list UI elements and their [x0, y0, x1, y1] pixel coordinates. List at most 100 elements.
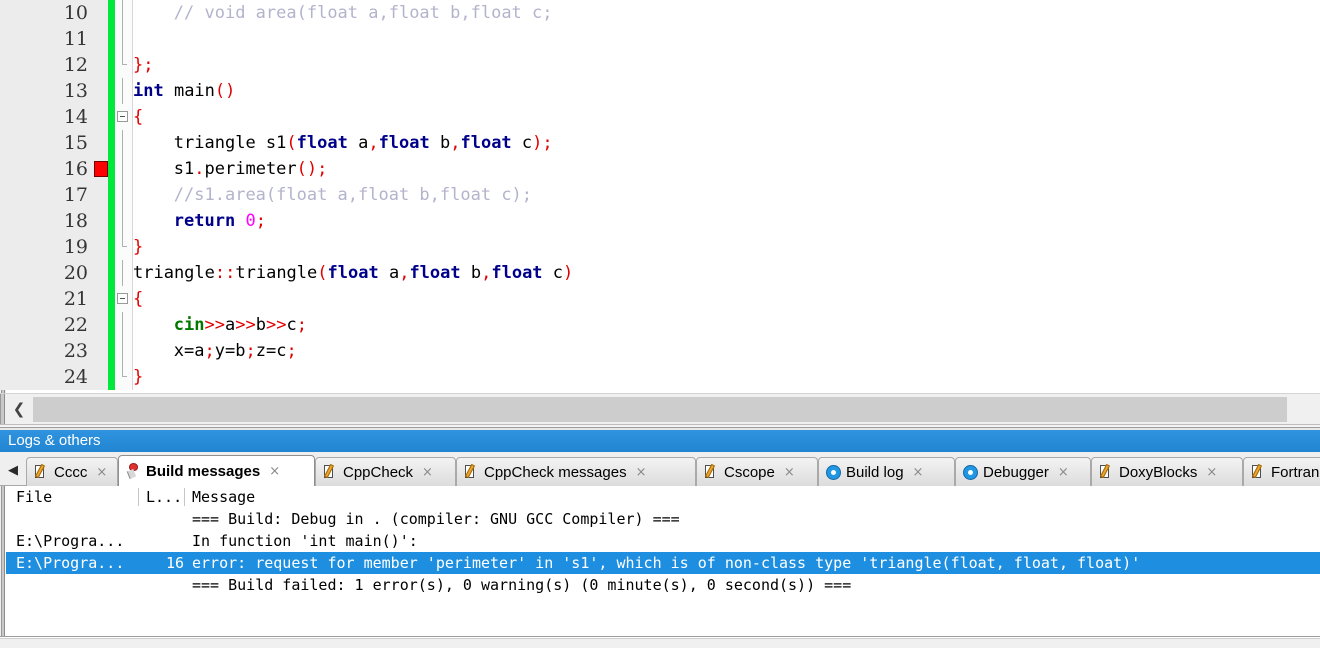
error-marker-icon[interactable]: [92, 156, 108, 182]
fold-line: [122, 312, 123, 338]
horizontal-scrollbar-thumb[interactable]: [33, 397, 1287, 422]
column-header[interactable]: Message: [192, 487, 255, 508]
code-line[interactable]: 12};: [0, 52, 1320, 78]
tab-close-icon[interactable]: ×: [636, 465, 647, 480]
tab-close-icon[interactable]: ×: [913, 465, 924, 480]
code-line[interactable]: 17 //s1.area(float a,float b,float c);: [0, 182, 1320, 208]
marker-gutter-cell[interactable]: [92, 260, 108, 286]
fold-line: [122, 156, 123, 182]
tab-doxyblocks[interactable]: DoxyBlocks ×: [1091, 457, 1243, 486]
code-editor-pane[interactable]: 10// void area(float a,float b,float c; 1…: [0, 0, 1320, 393]
fold-margin-cell[interactable]: [115, 208, 133, 234]
fold-margin-cell[interactable]: [115, 260, 133, 286]
fold-margin-cell[interactable]: [115, 286, 133, 312]
fold-margin-cell[interactable]: [115, 52, 133, 78]
tab-close-icon[interactable]: ×: [269, 464, 280, 479]
change-bar: [108, 156, 115, 182]
code-token: float: [460, 133, 512, 153]
code-token: ,: [481, 263, 492, 283]
tab-close-icon[interactable]: ×: [784, 465, 795, 480]
fold-margin-cell[interactable]: [115, 234, 133, 260]
code-token: }: [133, 367, 144, 387]
logs-panel-title: Logs & others: [8, 432, 101, 449]
marker-gutter-cell[interactable]: [92, 104, 108, 130]
code-line[interactable]: 10 // void area(float a,float b,float c;: [0, 0, 1320, 26]
marker-gutter-cell[interactable]: [92, 78, 108, 104]
code-line[interactable]: 24}: [0, 364, 1320, 390]
tab-build-log[interactable]: Build log ×: [818, 457, 955, 486]
fold-margin-cell[interactable]: [115, 0, 133, 26]
tab-fortran-info[interactable]: Fortran info×: [1243, 457, 1320, 486]
code-line[interactable]: 21 {: [0, 286, 1320, 312]
code-line[interactable]: 23 x=a;y=b;z=c;: [0, 338, 1320, 364]
fold-margin-cell[interactable]: [115, 26, 133, 52]
logs-tab-bar[interactable]: ◀ Cccc × Build messages × CppCheck × CppCheck …: [0, 452, 1320, 486]
tab-close-icon[interactable]: ×: [1058, 465, 1069, 480]
code-token: ;: [255, 211, 266, 231]
message-file-cell: E:\Progra...: [16, 532, 125, 550]
marker-gutter-cell[interactable]: [92, 130, 108, 156]
code-line[interactable]: 11: [0, 26, 1320, 52]
code-line[interactable]: 19}: [0, 234, 1320, 260]
tab-build-messages[interactable]: Build messages ×: [118, 455, 315, 486]
fold-margin-cell[interactable]: [115, 78, 133, 104]
fold-margin-cell[interactable]: [115, 104, 133, 130]
change-bar: [108, 286, 115, 312]
fold-collapse-icon[interactable]: [117, 111, 128, 122]
column-divider[interactable]: [184, 488, 185, 506]
fold-margin-cell[interactable]: [115, 364, 133, 390]
marker-gutter-cell[interactable]: [92, 286, 108, 312]
code-line[interactable]: 14 {: [0, 104, 1320, 130]
build-message-row-selected[interactable]: E:\Progra... 16 error: request for member …: [6, 552, 1320, 574]
line-number: 12: [0, 52, 92, 78]
fold-margin-cell[interactable]: [115, 338, 133, 364]
marker-gutter-cell[interactable]: [92, 234, 108, 260]
code-line[interactable]: 13 int main(): [0, 78, 1320, 104]
tab-label: Fortran info: [1271, 463, 1320, 481]
code-token: ,: [368, 133, 379, 153]
fold-margin-cell[interactable]: [115, 130, 133, 156]
code-line[interactable]: 18 return 0;: [0, 208, 1320, 234]
tab-cppcheck-messages[interactable]: CppCheck messages ×: [456, 457, 696, 486]
marker-gutter-cell[interactable]: [92, 0, 108, 26]
tab-cppcheck[interactable]: CppCheck ×: [315, 457, 456, 486]
tab-close-icon[interactable]: ×: [1206, 465, 1217, 480]
fold-margin-cell[interactable]: [115, 182, 133, 208]
marker-gutter-cell[interactable]: [92, 52, 108, 78]
marker-gutter-cell[interactable]: [92, 208, 108, 234]
column-divider[interactable]: [138, 488, 139, 506]
tab-debugger[interactable]: Debugger ×: [955, 457, 1091, 486]
tab-cscope[interactable]: Cscope ×: [696, 457, 818, 486]
editor-horizontal-scrollbar[interactable]: ❮: [0, 393, 1320, 425]
build-message-row[interactable]: === Build failed: 1 error(s), 0 warning(…: [6, 574, 1320, 596]
code-line[interactable]: 20 triangle::triangle(float a,float b,flo…: [0, 260, 1320, 286]
tab-cccc[interactable]: Cccc ×: [26, 457, 118, 486]
code-token: .: [194, 159, 205, 179]
logs-panel-titlebar[interactable]: Logs & others: [0, 430, 1320, 452]
marker-gutter-cell[interactable]: [92, 26, 108, 52]
tab-close-icon[interactable]: ×: [422, 465, 433, 480]
code-token: ;: [143, 55, 154, 75]
build-message-row[interactable]: E:\Progra... In function 'int main()':: [6, 530, 1320, 552]
code-line[interactable]: 16 s1.perimeter();: [0, 156, 1320, 182]
code-token: triangle s1: [173, 133, 287, 153]
marker-gutter-cell[interactable]: [92, 338, 108, 364]
scroll-left-arrow-button[interactable]: ❮: [6, 397, 32, 422]
marker-gutter-cell[interactable]: [92, 182, 108, 208]
build-messages-table[interactable]: File L... Message === Build: Debug in . (c…: [0, 486, 1320, 636]
marker-gutter-cell[interactable]: [92, 312, 108, 338]
fold-margin-cell[interactable]: [115, 156, 133, 182]
code-lines-container[interactable]: 10// void area(float a,float b,float c; 1…: [0, 0, 1320, 390]
column-header[interactable]: File: [16, 487, 52, 508]
build-message-row[interactable]: === Build: Debug in . (compiler: GNU GCC…: [6, 508, 1320, 530]
fold-margin-cell[interactable]: [115, 312, 133, 338]
column-header[interactable]: L...: [146, 487, 182, 508]
marker-gutter-cell[interactable]: [92, 364, 108, 390]
code-token: {: [133, 289, 144, 309]
tab-close-icon[interactable]: ×: [96, 465, 107, 480]
code-line[interactable]: 15 triangle s1(float a,float b,float c);: [0, 130, 1320, 156]
fold-collapse-icon[interactable]: [117, 293, 128, 304]
change-bar: [108, 338, 115, 364]
code-line[interactable]: 22 cin>>a>>b>>c;: [0, 312, 1320, 338]
tab-scroll-left-icon[interactable]: ◀: [5, 461, 21, 481]
